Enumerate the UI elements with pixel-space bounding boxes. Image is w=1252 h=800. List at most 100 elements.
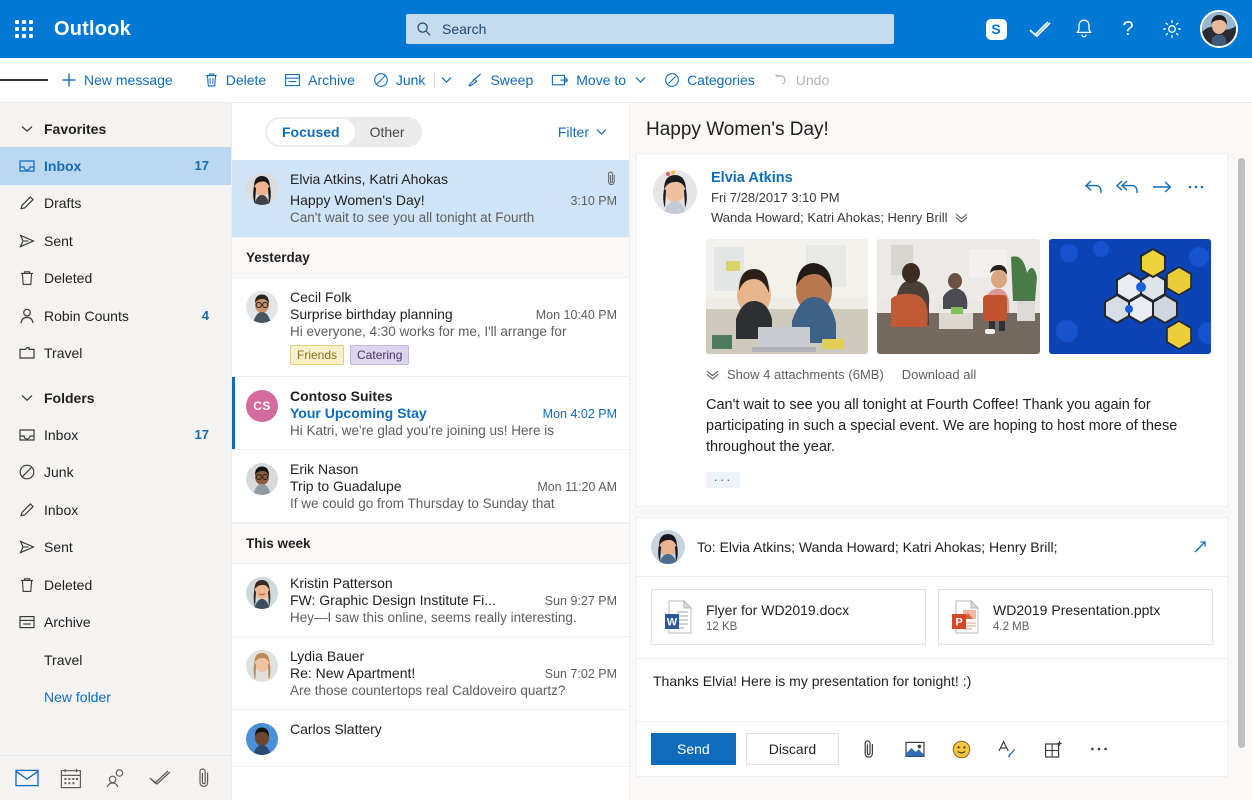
sidebar-item-inbox[interactable]: Inbox — [0, 491, 231, 529]
show-attachments-button[interactable]: Show 4 attachments (6MB) — [706, 367, 884, 382]
sidebar-item-inbox[interactable]: Inbox 17 — [0, 416, 231, 454]
help-icon[interactable]: ? — [1106, 0, 1150, 58]
tab-focused[interactable]: Focused — [267, 118, 355, 145]
notifications-bell-icon[interactable] — [1062, 0, 1106, 58]
discard-button[interactable]: Discard — [745, 733, 840, 765]
sweep-broom-icon — [468, 73, 482, 87]
message-list-item[interactable]: Lydia Bauer Re: New Apartment! Sun 7:02 … — [232, 637, 629, 710]
categories-button[interactable]: Categories — [655, 58, 764, 103]
sidebar-item-deleted[interactable]: Deleted — [0, 566, 231, 604]
people-icon[interactable] — [96, 759, 134, 797]
mail-icon[interactable] — [8, 759, 46, 797]
compose-to-line[interactable]: To: Elvia Atkins; Wanda Howard; Katri Ah… — [697, 539, 1187, 555]
signature-icon[interactable] — [991, 734, 1023, 764]
filter-button[interactable]: Filter — [558, 124, 615, 140]
download-all-link[interactable]: Download all — [902, 367, 976, 382]
junk-dropdown-chevron-down-icon[interactable] — [435, 58, 457, 103]
message-list-item[interactable]: Cecil Folk Surprise birthday planning Mo… — [232, 278, 629, 377]
sidebar-item-junk[interactable]: Junk — [0, 454, 231, 492]
undo-button[interactable]: Undo — [764, 58, 838, 103]
files-icon[interactable] — [185, 759, 223, 797]
more-options-icon[interactable] — [1083, 734, 1115, 764]
message-sender: Cecil Folk — [290, 289, 352, 305]
junk-button[interactable]: Junk — [364, 58, 435, 103]
category-tag[interactable]: Catering — [350, 345, 410, 365]
sidebar-item-travel[interactable]: Travel — [0, 641, 231, 679]
message-list-item[interactable]: CS Contoso Suites Your Upcoming Stay Mon… — [232, 377, 629, 450]
message-list-item[interactable]: Carlos Slattery — [232, 710, 629, 767]
compose-attachment-chip[interactable]: W Flyer for WD2019.docx 12 KB — [651, 589, 926, 645]
inline-image-thumbnails — [637, 225, 1227, 354]
sidebar-item-sent[interactable]: Sent — [0, 222, 231, 260]
sidebar-item-deleted[interactable]: Deleted — [0, 260, 231, 298]
message-card: Elvia Atkins Fri 7/28/2017 3:10 PM Wanda… — [636, 153, 1228, 507]
app-launcher-waffle-icon[interactable] — [0, 20, 48, 38]
expand-compose-icon[interactable] — [1187, 534, 1213, 560]
search-box[interactable] — [406, 14, 894, 44]
office-meeting-thumbnail[interactable] — [877, 239, 1040, 354]
sidebar-item-inbox[interactable]: Inbox 17 — [0, 147, 231, 185]
sender-name[interactable]: Elvia Atkins — [711, 170, 1079, 186]
more-actions-icon[interactable] — [1181, 174, 1211, 200]
favorites-group-header[interactable]: Favorites — [0, 110, 231, 147]
user-avatar[interactable] — [1200, 10, 1238, 48]
reply-icon[interactable] — [1079, 174, 1109, 200]
inbox-icon — [10, 426, 44, 444]
avatar — [246, 577, 278, 609]
sidebar-item-new-folder[interactable]: New folder — [0, 679, 231, 717]
calendar-icon[interactable] — [52, 759, 90, 797]
sidebar-item-archive[interactable]: Archive — [0, 604, 231, 642]
message-time: 3:10 PM — [570, 194, 617, 208]
page-title: Happy Women's Day! — [646, 119, 829, 140]
move-to-button[interactable]: Move to — [542, 58, 655, 103]
message-summary: Elvia Atkins, Katri Ahokas Happy Women's… — [290, 171, 617, 225]
attach-file-icon[interactable] — [853, 734, 885, 764]
archive-button[interactable]: Archive — [275, 58, 364, 103]
junk-label: Junk — [395, 72, 426, 88]
message-preview: Hi Katri, we're glad you're joining us! … — [290, 423, 555, 438]
emoji-icon[interactable] — [945, 734, 977, 764]
message-list-item[interactable]: Kristin Patterson FW: Graphic Design Ins… — [232, 564, 629, 637]
new-message-button[interactable]: New message — [52, 58, 195, 103]
delete-button[interactable]: Delete — [195, 58, 275, 103]
compose-attachment-chip[interactable]: P WD2019 Presentation.pptx 4.2 MB — [938, 589, 1213, 645]
to-do-icon[interactable] — [141, 759, 179, 797]
two-women-laptop-thumbnail[interactable] — [706, 239, 869, 354]
sidebar-item-sent[interactable]: Sent — [0, 529, 231, 567]
send-button[interactable]: Send — [651, 733, 736, 765]
message-list-item[interactable]: Elvia Atkins, Katri Ahokas Happy Women's… — [232, 160, 629, 237]
reply-all-icon[interactable] — [1113, 174, 1143, 200]
move-to-chevron-down-icon[interactable] — [635, 76, 646, 84]
search-input[interactable] — [442, 21, 884, 37]
compose-body-text[interactable]: Thanks Elvia! Here is my presentation fo… — [637, 659, 1227, 721]
forward-icon[interactable] — [1147, 174, 1177, 200]
expand-message-dots-button[interactable]: ··· — [706, 472, 740, 488]
message-subject: Trip to Guadalupe — [290, 478, 402, 494]
message-list-scroll[interactable]: Elvia Atkins, Katri Ahokas Happy Women's… — [232, 160, 629, 800]
to-do-icon[interactable] — [1018, 0, 1062, 58]
tab-other-label: Other — [369, 123, 405, 140]
unread-count-badge: 4 — [201, 308, 209, 324]
folders-group-header[interactable]: Folders — [0, 379, 231, 416]
category-tag[interactable]: Friends — [290, 345, 345, 365]
expand-recipients-chevron-icon[interactable] — [955, 213, 968, 223]
sidebar-item-drafts[interactable]: Drafts — [0, 185, 231, 223]
insert-table-icon[interactable] — [1037, 734, 1069, 764]
message-preview: Hey—I saw this online, seems really inte… — [290, 610, 577, 625]
sender-avatar[interactable] — [653, 170, 697, 214]
search-icon — [417, 22, 431, 36]
skype-icon[interactable]: S — [974, 0, 1018, 58]
inbox-icon — [10, 157, 44, 175]
message-list-item[interactable]: Erik Nason Trip to Guadalupe Mon 11:20 A… — [232, 450, 629, 523]
hamburger-menu-icon[interactable] — [0, 58, 48, 103]
reading-pane-scrollbar-thumb[interactable] — [1238, 158, 1245, 748]
sidebar-item-robin-counts[interactable]: Robin Counts 4 — [0, 297, 231, 335]
sweep-button[interactable]: Sweep — [457, 58, 542, 103]
compose-attachments: W Flyer for WD2019.docx 12 KB P WD2019 P… — [637, 577, 1227, 659]
blue-hexagon-abstract-thumbnail[interactable] — [1048, 239, 1211, 354]
tab-other[interactable]: Other — [355, 119, 420, 145]
settings-gear-icon[interactable] — [1150, 0, 1194, 58]
insert-picture-icon[interactable] — [899, 734, 931, 764]
sidebar-item-travel[interactable]: Travel — [0, 335, 231, 373]
archive-label: Archive — [308, 72, 355, 88]
